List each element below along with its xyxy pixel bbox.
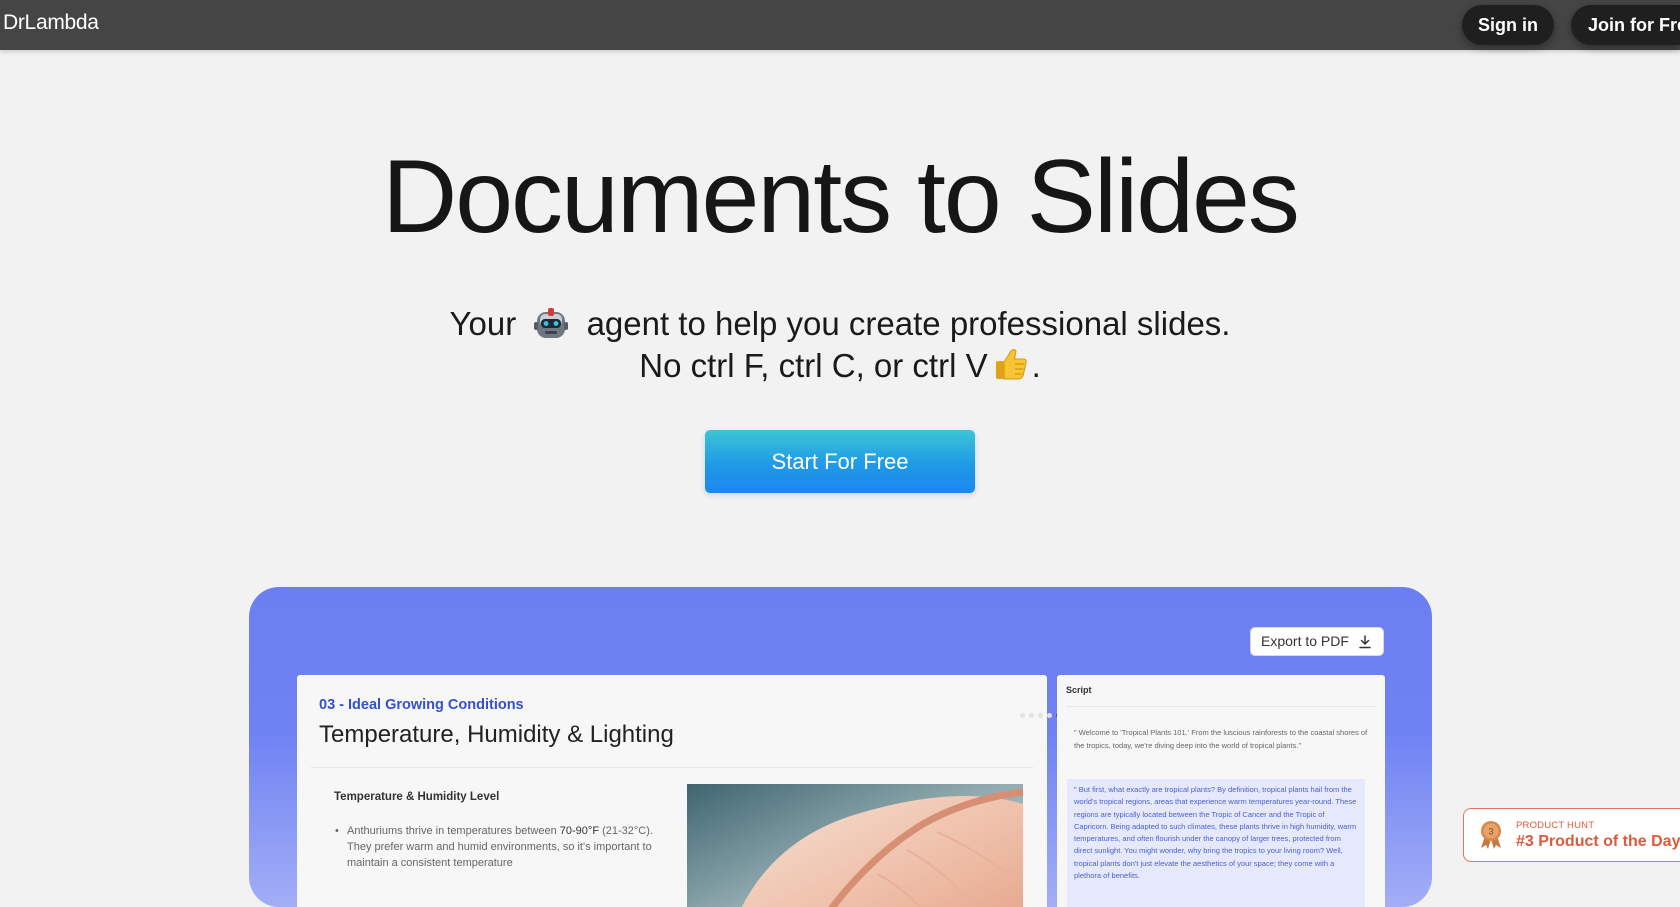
medal-icon: 3	[1481, 821, 1501, 849]
slide-section-heading: Temperature & Humidity Level	[334, 791, 500, 803]
product-hunt-badge[interactable]: 3 PRODUCT HUNT #3 Product of the Day	[1463, 808, 1680, 862]
product-demo-panel: Export to PDF 03 - Ideal Growing Conditi…	[249, 587, 1432, 907]
pagination-dot[interactable]	[1047, 713, 1052, 718]
brand-logo-text[interactable]: DrLambda	[3, 11, 99, 35]
hero-title: Documents to Slides	[382, 139, 1300, 255]
script-paragraph-2-highlighted[interactable]: " But first, what exactly are tropical p…	[1067, 779, 1365, 907]
join-for-free-button[interactable]: Join for Free	[1571, 5, 1680, 45]
medal-number: 3	[1488, 827, 1493, 837]
export-to-pdf-button[interactable]: Export to PDF	[1250, 627, 1384, 656]
script-panel: Script " Welcome to 'Tropical Plants 101…	[1057, 675, 1385, 907]
slide-bullet: • Anthuriums thrive in temperatures betw…	[335, 823, 655, 871]
download-icon	[1359, 635, 1371, 649]
subtitle-text-after-robot: agent to help you create professional sl…	[586, 305, 1231, 342]
bullet-dot: •	[335, 825, 339, 837]
bullet-text-before: Anthuriums thrive in temperatures betwee…	[347, 825, 557, 837]
product-hunt-label: PRODUCT HUNT	[1516, 820, 1595, 831]
top-navigation-bar: DrLambda Sign in Join for Free	[0, 0, 1680, 50]
hero-subtitle-line-2: No ctrl F, ctrl C, or ctrl V .	[0, 345, 1680, 387]
export-label: Export to PDF	[1261, 633, 1349, 649]
slide-divider	[311, 767, 1033, 768]
script-divider	[1066, 706, 1376, 707]
subtitle-period: .	[1031, 347, 1041, 384]
pagination-dot[interactable]	[1029, 713, 1034, 718]
slide-eyebrow: 03 - Ideal Growing Conditions	[319, 697, 524, 713]
subtitle-text-before-thumb: No ctrl F, ctrl C, or ctrl V	[639, 347, 988, 384]
bullet-text: Anthuriums thrive in temperatures betwee…	[335, 823, 655, 871]
subtitle-text-before-robot: Your	[449, 305, 517, 342]
hero-subtitle-line-1: Your agent to help you create profession…	[0, 303, 1680, 346]
product-hunt-rank: #3 Product of the Day	[1516, 833, 1680, 850]
slide-preview-card[interactable]: 03 - Ideal Growing Conditions Temperatur…	[297, 675, 1070, 907]
robot-emoji-icon	[531, 303, 571, 343]
pagination-dot[interactable]	[1020, 713, 1025, 718]
slide-title: Temperature, Humidity & Lighting	[319, 721, 674, 748]
script-paragraph-1[interactable]: " Welcome to 'Tropical Plants 101.' From…	[1074, 727, 1370, 752]
anthurium-photo	[687, 784, 1023, 907]
thumbs-up-emoji-icon	[992, 345, 1030, 383]
sign-in-button[interactable]: Sign in	[1462, 5, 1554, 45]
start-for-free-button[interactable]: Start For Free	[705, 430, 975, 493]
script-label: Script	[1066, 685, 1092, 695]
bullet-text-highlight: 70-90°F	[559, 825, 600, 837]
pagination-dot[interactable]	[1038, 713, 1043, 718]
